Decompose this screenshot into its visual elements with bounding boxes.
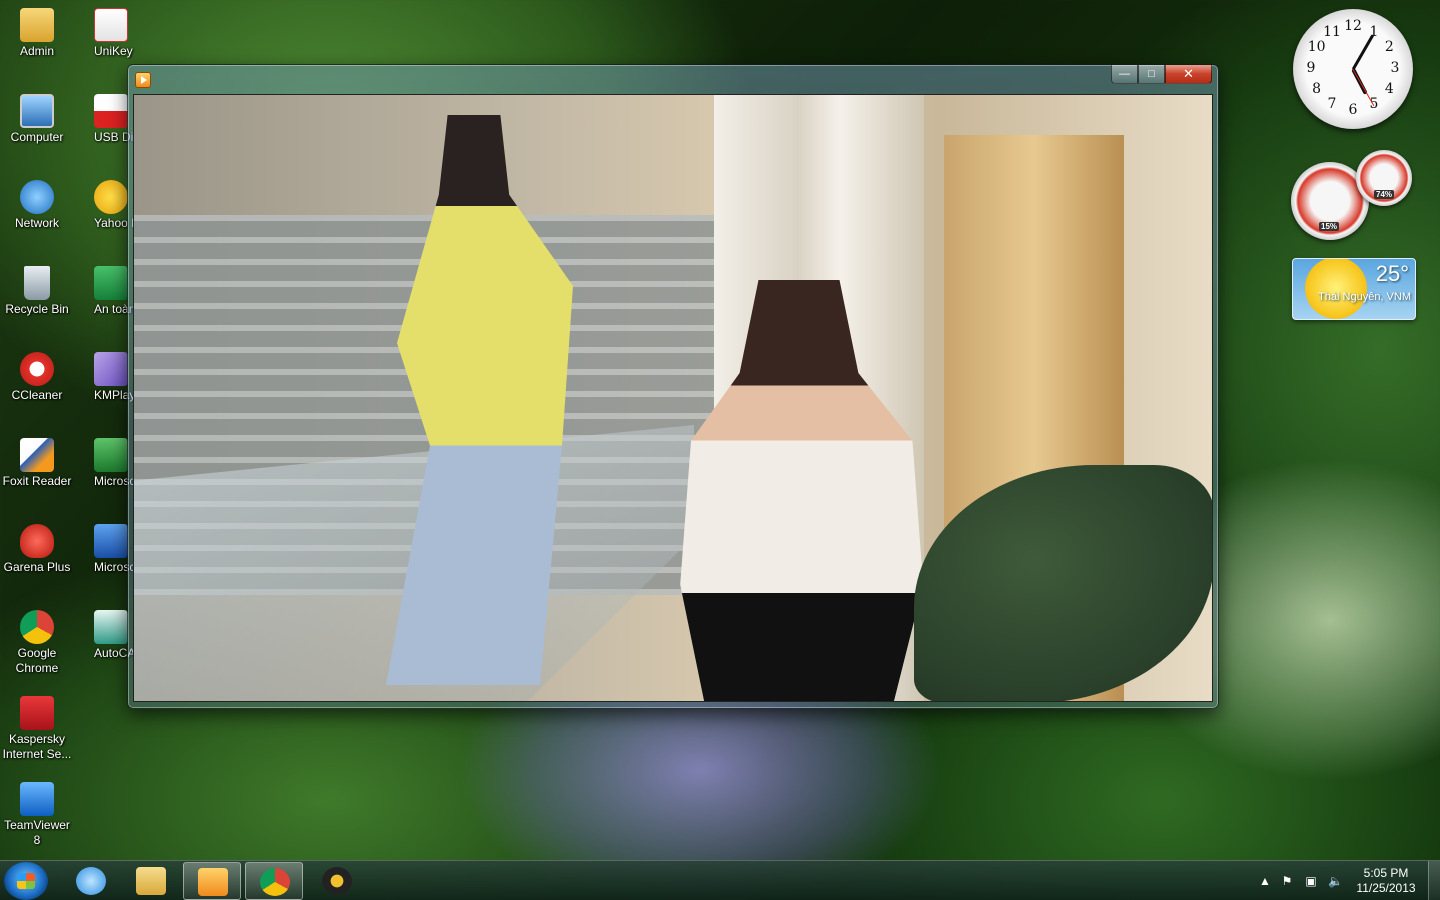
taskbar: ▲ ⚑ ▣ 🔈 5:05 PM 11/25/2013 bbox=[0, 860, 1440, 900]
action-center-flag-icon[interactable]: ⚑ bbox=[1280, 874, 1294, 888]
clock-gadget[interactable]: 121234567891011 bbox=[1293, 9, 1413, 129]
chrome-icon bbox=[260, 868, 290, 896]
desktop-icon-label: CCleaner bbox=[11, 388, 63, 402]
system-tray: ▲ ⚑ ▣ 🔈 5:05 PM 11/25/2013 bbox=[1240, 861, 1440, 900]
desktop-icon-label: Recycle Bin bbox=[5, 302, 69, 316]
word-icon bbox=[94, 524, 128, 558]
garena-icon bbox=[322, 867, 352, 895]
taskbar-garena[interactable] bbox=[308, 862, 366, 900]
desktop-icon-label: Computer bbox=[10, 130, 64, 144]
desktop-icon-computer[interactable]: Computer bbox=[0, 90, 74, 145]
excel-icon bbox=[94, 438, 128, 472]
show-desktop-button[interactable] bbox=[1428, 861, 1440, 900]
unikey-icon bbox=[94, 8, 128, 42]
clock-numeral: 7 bbox=[1327, 96, 1337, 113]
desktop-icon-unikey[interactable]: UniKey bbox=[76, 4, 136, 59]
desktop-icon-label: UniKey bbox=[94, 44, 133, 58]
clock-numeral: 4 bbox=[1384, 81, 1394, 97]
desktop-icon-recycle-bin[interactable]: Recycle Bin bbox=[0, 262, 74, 317]
memory-usage-value: 74% bbox=[1374, 190, 1395, 199]
desktop-icon-label: Network bbox=[14, 216, 59, 230]
taskbar-time: 5:05 PM bbox=[1363, 866, 1409, 880]
desktop-icon-label: Garena Plus bbox=[3, 560, 71, 574]
desktop-icon-label: Foxit Reader bbox=[2, 474, 72, 488]
desktop-icon-label: Admin bbox=[19, 44, 54, 58]
autocad-icon bbox=[94, 610, 128, 644]
desktop-icon-label: Kaspersky Internet Se... bbox=[2, 732, 72, 761]
desktop-icon-label: Google Chrome bbox=[15, 646, 59, 675]
recycle-bin-icon bbox=[24, 266, 50, 300]
taskbar-clock[interactable]: 5:05 PM 11/25/2013 bbox=[1346, 866, 1426, 896]
yahoo-messenger-icon bbox=[94, 180, 128, 214]
clock-numeral: 2 bbox=[1384, 39, 1394, 55]
kaspersky-icon bbox=[20, 696, 54, 730]
media-player-window[interactable]: — □ ✕ bbox=[127, 64, 1219, 709]
show-hidden-icons-icon[interactable]: ▲ bbox=[1258, 874, 1272, 888]
close-button[interactable]: ✕ bbox=[1165, 65, 1212, 84]
garena-plus-icon bbox=[20, 524, 54, 558]
desktop-icon-kaspersky[interactable]: Kaspersky Internet Se... bbox=[0, 692, 74, 762]
desktop-icon-garena-plus[interactable]: Garena Plus bbox=[0, 520, 74, 575]
taskbar-chrome[interactable] bbox=[245, 862, 303, 900]
desktop-icon-network[interactable]: Network bbox=[0, 176, 74, 231]
chrome-icon bbox=[20, 610, 54, 644]
desktop-icon-teamviewer[interactable]: TeamViewer 8 bbox=[0, 778, 74, 848]
usb-security-icon bbox=[94, 94, 128, 128]
weather-gadget[interactable]: 25° Thái Nguyên, VNM bbox=[1292, 258, 1416, 320]
cpu-usage-value: 15% bbox=[1319, 222, 1340, 231]
window-controls: — □ ✕ bbox=[1111, 65, 1212, 84]
start-button[interactable] bbox=[4, 862, 48, 900]
taskbar-media-player[interactable] bbox=[183, 862, 241, 900]
minimize-button[interactable]: — bbox=[1111, 65, 1138, 84]
desktop-icon-label: TeamViewer 8 bbox=[4, 818, 70, 847]
clock-numeral: 10 bbox=[1307, 39, 1326, 55]
network-icon bbox=[20, 180, 54, 214]
clock-numeral: 8 bbox=[1312, 81, 1322, 97]
computer-icon bbox=[20, 94, 54, 128]
memory-meter-gadget[interactable]: 74% bbox=[1356, 150, 1412, 206]
clock-minute-hand bbox=[1351, 33, 1375, 70]
kmplayer-icon bbox=[94, 352, 128, 386]
maximize-button[interactable]: □ bbox=[1138, 65, 1165, 84]
foxit-reader-icon bbox=[20, 438, 54, 472]
clock-numeral: 3 bbox=[1390, 60, 1400, 76]
file-explorer-icon bbox=[136, 867, 166, 895]
media-player-icon[interactable] bbox=[135, 72, 151, 88]
clock-numeral: 11 bbox=[1323, 23, 1341, 40]
desktop-icon-google-chrome[interactable]: Google Chrome bbox=[0, 606, 74, 676]
taskbar-internet-explorer[interactable] bbox=[62, 862, 120, 900]
bank-security-icon bbox=[94, 266, 128, 300]
network-tray-icon[interactable]: ▣ bbox=[1304, 874, 1318, 888]
media-player-icon bbox=[198, 868, 228, 896]
teamviewer-icon bbox=[20, 782, 54, 816]
video-frame[interactable] bbox=[133, 94, 1213, 702]
sunny-icon bbox=[1305, 259, 1367, 319]
weather-location: Thái Nguyên, VNM bbox=[1318, 291, 1411, 303]
clock-numeral: 9 bbox=[1306, 60, 1316, 76]
internet-explorer-icon bbox=[76, 867, 106, 895]
desktop-icon-ccleaner[interactable]: CCleaner bbox=[0, 348, 74, 403]
volume-icon[interactable]: 🔈 bbox=[1328, 874, 1343, 888]
clock-numeral: 1 bbox=[1369, 23, 1379, 40]
ccleaner-icon bbox=[20, 352, 54, 386]
taskbar-file-explorer[interactable] bbox=[122, 862, 180, 900]
taskbar-date: 11/25/2013 bbox=[1356, 881, 1416, 895]
weather-temperature: 25° bbox=[1375, 261, 1409, 286]
user-folder-icon bbox=[20, 8, 54, 42]
clock-numeral: 12 bbox=[1344, 18, 1362, 34]
desktop-icon-admin[interactable]: Admin bbox=[0, 4, 74, 59]
desktop-icon-foxit-reader[interactable]: Foxit Reader bbox=[0, 434, 74, 489]
clock-numeral: 6 bbox=[1348, 102, 1358, 118]
